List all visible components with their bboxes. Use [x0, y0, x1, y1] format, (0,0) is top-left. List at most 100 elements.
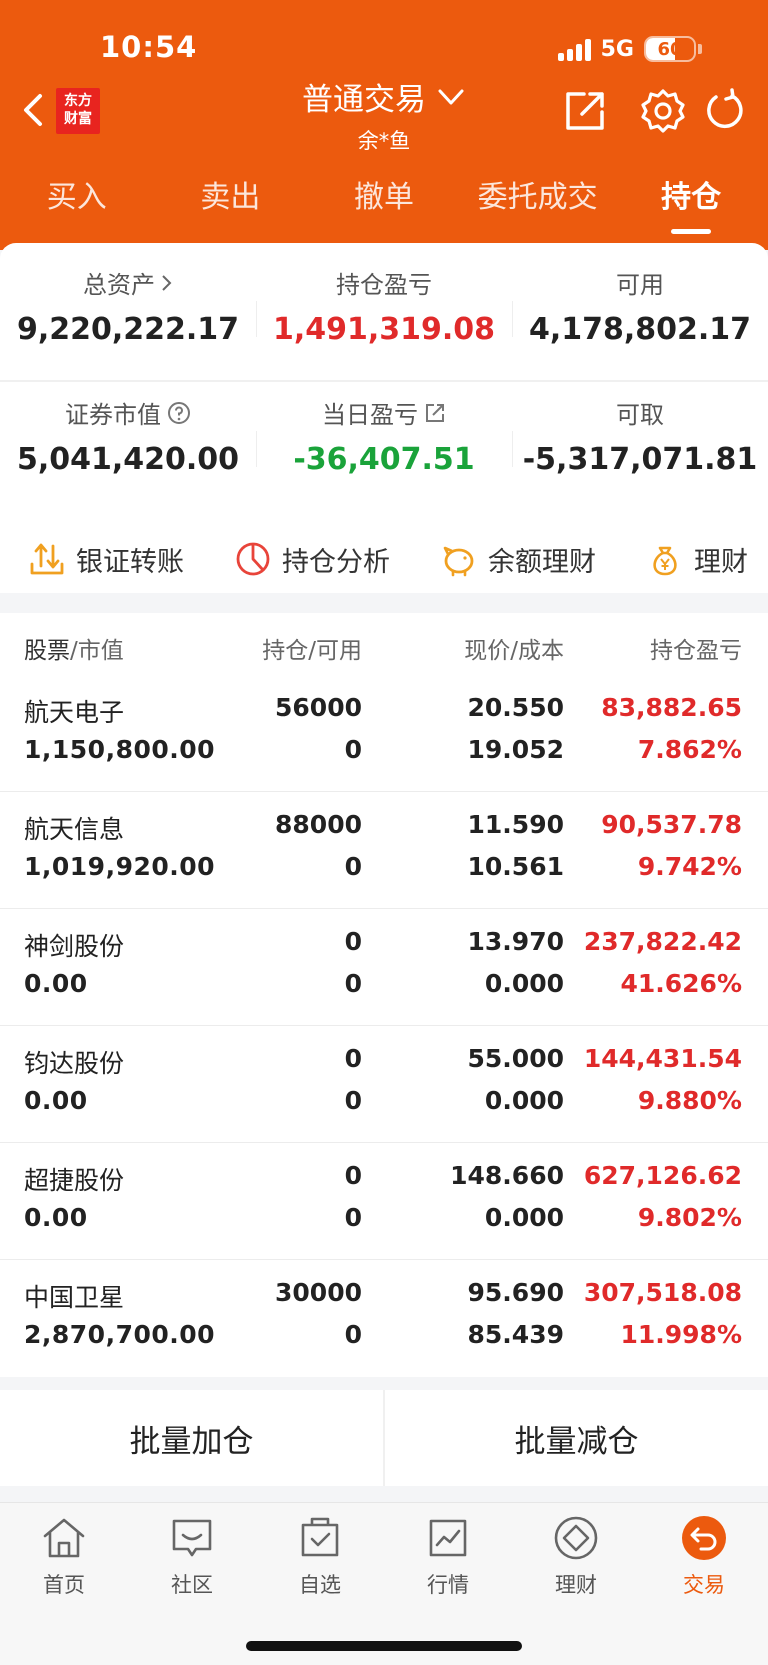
stock-pl-percent: 11.998% — [620, 1320, 742, 1349]
stock-holding: 0 — [344, 927, 362, 956]
stock-available: 0 — [344, 852, 362, 881]
piggy-bank-icon — [443, 546, 474, 577]
stock-holding: 88000 — [275, 810, 362, 839]
stock-price: 20.550 — [467, 693, 564, 722]
table-row[interactable]: 中国卫星 2,870,700.00 30000 0 95.690 85.439 … — [0, 1260, 768, 1377]
header-stock-label: 股票 — [24, 638, 70, 664]
stock-holding: 56000 — [275, 693, 362, 722]
stock-market-value: 0.00 — [24, 1203, 88, 1232]
account-type-selector[interactable]: 普通交易 — [302, 74, 466, 119]
position-pl: 持仓盈亏 1,491,319.08 — [256, 265, 512, 347]
divider — [0, 380, 768, 382]
nav-community[interactable]: 社区 — [128, 1503, 256, 1665]
quick-action-label: 余额理财 — [488, 546, 596, 578]
table-header: 股票/市值 持仓/可用 现价/成本 持仓盈亏 — [0, 613, 768, 675]
account-summary-card: 总资产 9,220,222.17 持仓盈亏 1,491,319.08 可用 4,… — [0, 243, 768, 593]
nav-wealth[interactable]: 理财 — [512, 1503, 640, 1665]
table-row[interactable]: 超捷股份 0.00 0 0 148.660 0.000 627,126.62 9… — [0, 1143, 768, 1260]
nav-home[interactable]: 首页 — [0, 1503, 128, 1665]
stock-price: 148.660 — [450, 1161, 564, 1190]
tab-orders[interactable]: 委托成交 — [461, 172, 615, 234]
external-link-icon — [426, 403, 444, 422]
stock-name: 中国卫星 — [24, 1283, 125, 1312]
stock-holding: 0 — [344, 1161, 362, 1190]
stock-available: 0 — [344, 735, 362, 764]
tab-positions[interactable]: 持仓 — [614, 172, 768, 234]
pie-chart-icon — [236, 542, 270, 576]
nav-trade[interactable]: 交易 — [640, 1503, 768, 1665]
share-icon[interactable] — [562, 88, 608, 134]
stock-cost: 10.561 — [467, 852, 564, 881]
table-row[interactable]: 钧达股份 0.00 0 0 55.000 0.000 144,431.54 9.… — [0, 1026, 768, 1143]
quick-action-transfer[interactable]: 银证转账 — [28, 540, 184, 579]
header: 10:54 5G 60 东方 财富 普通交易 余*鱼 买入 卖出 撤单 委托成交… — [0, 0, 768, 250]
chevron-right-icon — [162, 274, 172, 291]
home-indicator[interactable] — [246, 1641, 522, 1651]
header-market-value-label: /市值 — [70, 638, 124, 664]
total-assets-value: 9,220,222.17 — [16, 312, 240, 347]
nav-label: 首页 — [43, 1573, 85, 1597]
community-icon — [172, 1519, 212, 1557]
wealth-icon — [554, 1516, 598, 1560]
network-type: 5G — [600, 36, 634, 62]
stock-market-value: 0.00 — [24, 969, 88, 998]
quick-action-balance-wealth[interactable]: 余额理财 — [440, 540, 596, 579]
available-value: 4,178,802.17 — [528, 312, 752, 347]
stock-name: 航天信息 — [24, 815, 125, 844]
batch-add-button[interactable]: 批量加仓 — [0, 1390, 383, 1486]
stock-available: 0 — [344, 1320, 362, 1349]
withdrawable-label: 可取 — [616, 401, 664, 429]
stock-available: 0 — [344, 1086, 362, 1115]
chevron-down-icon — [438, 89, 464, 104]
stock-price: 55.000 — [467, 1044, 564, 1073]
position-pl-label: 持仓盈亏 — [336, 271, 432, 299]
stock-pl: 307,518.08 — [583, 1278, 742, 1307]
money-bag-icon — [653, 546, 677, 576]
help-icon[interactable] — [167, 401, 191, 425]
battery-tip — [698, 44, 702, 54]
stock-market-value: 1,019,920.00 — [24, 852, 216, 881]
stock-market-value: 0.00 — [24, 1086, 88, 1115]
stock-holding: 0 — [344, 1044, 362, 1073]
header-position: 持仓/可用 — [262, 638, 362, 664]
status-time: 10:54 — [100, 30, 198, 64]
daily-pl-label: 当日盈亏 — [322, 401, 418, 429]
quick-action-label: 持仓分析 — [282, 546, 390, 578]
withdrawable-value: -5,317,071.81 — [522, 442, 758, 477]
tab-cancel[interactable]: 撤单 — [307, 172, 461, 234]
battery-level: 60 — [657, 38, 683, 60]
nav-label: 行情 — [427, 1573, 469, 1597]
stock-pl: 237,822.42 — [583, 927, 742, 956]
stock-pl: 627,126.62 — [583, 1161, 742, 1190]
market-icon — [429, 1519, 467, 1557]
batch-actions: 批量加仓 批量减仓 — [0, 1390, 768, 1486]
tab-buy[interactable]: 买入 — [0, 172, 154, 234]
quick-action-wealth[interactable]: 理财 — [646, 540, 748, 579]
gear-icon[interactable] — [640, 88, 686, 134]
tab-sell[interactable]: 卖出 — [154, 172, 308, 234]
table-row[interactable]: 航天电子 1,150,800.00 56000 0 20.550 19.052 … — [0, 675, 768, 792]
stock-market-value: 1,150,800.00 — [24, 735, 216, 764]
quick-action-analysis[interactable]: 持仓分析 — [234, 540, 390, 579]
stock-pl: 144,431.54 — [583, 1044, 742, 1073]
trade-tabs: 买入 卖出 撤单 委托成交 持仓 — [0, 172, 768, 234]
positions-table: 股票/市值 持仓/可用 现价/成本 持仓盈亏 航天电子 1,150,800.00… — [0, 613, 768, 1377]
summary-row-2: 证券市值 5,041,420.00 当日盈亏 -36,407.51 可取 -5,… — [0, 395, 768, 477]
refresh-icon[interactable] — [702, 88, 748, 134]
stock-pl: 83,882.65 — [601, 693, 742, 722]
quick-actions: 银证转账 持仓分析 余额理财 理财 — [0, 533, 768, 585]
header-price: 现价/成本 — [464, 638, 564, 664]
stock-cost: 0.000 — [484, 1203, 564, 1232]
market-value-label-wrap: 证券市值 — [65, 395, 191, 430]
watchlist-icon — [301, 1517, 339, 1557]
stock-price: 13.970 — [467, 927, 564, 956]
total-assets[interactable]: 总资产 9,220,222.17 — [0, 265, 256, 347]
header-pl: 持仓盈亏 — [650, 638, 742, 664]
quick-action-label: 理财 — [694, 546, 748, 578]
table-row[interactable]: 航天信息 1,019,920.00 88000 0 11.590 10.561 … — [0, 792, 768, 909]
available-funds: 可用 4,178,802.17 — [512, 265, 768, 347]
stock-price: 95.690 — [467, 1278, 564, 1307]
table-row[interactable]: 神剑股份 0.00 0 0 13.970 0.000 237,822.42 41… — [0, 909, 768, 1026]
daily-pl[interactable]: 当日盈亏 -36,407.51 — [256, 395, 512, 477]
batch-reduce-button[interactable]: 批量减仓 — [385, 1390, 768, 1486]
